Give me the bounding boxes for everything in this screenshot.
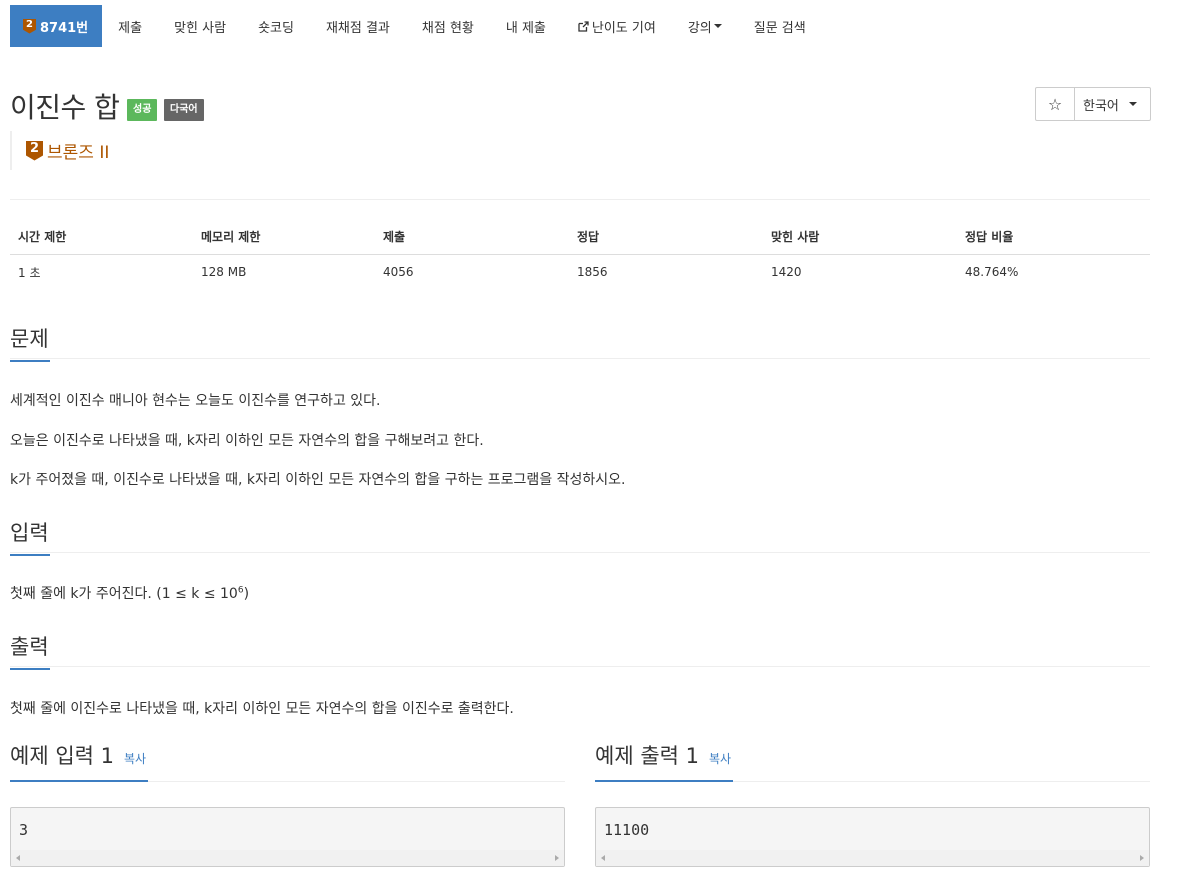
sample-output-box[interactable]: 11100 (595, 807, 1150, 867)
horizontal-scrollbar[interactable] (11, 850, 564, 866)
scroll-left-icon[interactable] (601, 855, 605, 861)
col-memory-limit: 메모리 제한 (193, 220, 375, 255)
solved-users-value: 1420 (771, 265, 802, 280)
title-actions: ☆ 한국어 (1035, 87, 1151, 121)
sample-input-header: 예제 입력 1 복사 (10, 740, 565, 782)
nav-lecture-dropdown[interactable]: 강의 (672, 5, 738, 47)
sample-input-section: 예제 입력 1 복사 3 (10, 740, 565, 867)
divider (10, 552, 1150, 553)
multilang-badge: 다국어 (164, 99, 204, 121)
nav-my-submissions[interactable]: 내 제출 (490, 5, 562, 47)
scroll-right-icon[interactable] (1140, 855, 1144, 861)
col-submissions: 제출 (375, 220, 569, 255)
problem-nav: 2 8741번 제출 맞힌 사람 숏코딩 재채점 결과 채점 현황 내 제출 난… (10, 5, 822, 47)
col-solved-users: 맞힌 사람 (763, 220, 957, 255)
sample-input-title: 예제 입력 1 (10, 744, 114, 768)
sample-output-title: 예제 출력 1 (595, 744, 699, 768)
copy-sample-output-button[interactable]: 복사 (709, 752, 731, 766)
table-header-row: 시간 제한 메모리 제한 제출 정답 맞힌 사람 정답 비율 (10, 220, 1150, 255)
sample-output-value: 11100 (604, 821, 650, 839)
heading-underline (10, 780, 148, 782)
section-title-input: 입력 (10, 517, 50, 556)
nav-problem-number[interactable]: 2 8741번 (10, 5, 103, 47)
submissions-value: 4056 (383, 265, 414, 280)
output-description: 첫째 줄에 이진수로 나타냈을 때, k자리 이하인 모든 자연수의 합을 이진… (10, 701, 514, 717)
status-badge-success: 성공 (127, 99, 158, 121)
sample-input-box[interactable]: 3 (10, 807, 565, 867)
nav-short-coding[interactable]: 숏코딩 (242, 5, 310, 47)
heading-underline (595, 780, 733, 782)
bronze-tier-icon: 2 (23, 18, 36, 34)
sample-input-value: 3 (19, 821, 29, 839)
bronze-tier-icon: 2 (26, 140, 43, 161)
scroll-right-icon[interactable] (555, 855, 559, 861)
nav-difficulty-label: 난이도 기여 (591, 20, 656, 36)
problem-paragraph: k가 주어졌을 때, 이진수로 나타냈을 때, k자리 이하인 모든 자연수의 … (10, 472, 626, 488)
external-link-icon (578, 20, 589, 32)
sample-output-section: 예제 출력 1 복사 11100 (595, 740, 1150, 867)
language-select[interactable]: 한국어 (1075, 88, 1150, 120)
divider (10, 358, 1150, 359)
chevron-down-icon (1128, 102, 1137, 106)
col-time-limit: 시간 제한 (10, 220, 193, 255)
table-row: 1 초 128 MB 4056 1856 1420 48.764% (10, 254, 1150, 290)
divider (10, 199, 1150, 200)
problem-paragraph: 오늘은 이진수로 나타냈을 때, k자리 이하인 모든 자연수의 합을 구해보려… (10, 433, 484, 449)
nav-submit[interactable]: 제출 (102, 5, 158, 47)
caret-down-icon (713, 24, 722, 28)
page-title: 이진수 합 (10, 91, 120, 124)
section-title-problem: 문제 (10, 323, 50, 362)
problem-info-table: 시간 제한 메모리 제한 제출 정답 맞힌 사람 정답 비율 1 초 128 M… (10, 220, 1150, 290)
time-limit-value: 1 초 (18, 265, 41, 280)
section-title-output: 출력 (10, 631, 50, 670)
col-accepted: 정답 (569, 220, 763, 255)
nav-lecture-label: 강의 (687, 20, 712, 36)
accept-ratio-value: 48.764% (965, 265, 1019, 280)
nav-solved-users[interactable]: 맞힌 사람 (158, 5, 242, 47)
input-description: 첫째 줄에 k가 주어진다. (1 ≤ k ≤ 106) (10, 585, 250, 602)
nav-difficulty-contribution[interactable]: 난이도 기여 (562, 5, 672, 47)
memory-limit-value: 128 MB (201, 265, 247, 280)
problem-number-label: 8741번 (40, 20, 89, 36)
horizontal-scrollbar[interactable] (596, 850, 1149, 866)
accepted-value: 1856 (577, 265, 608, 280)
nav-question-search[interactable]: 질문 검색 (738, 5, 822, 47)
scroll-left-icon[interactable] (16, 855, 20, 861)
language-select-value: 한국어 (1083, 98, 1119, 114)
tier-name: 브론즈 II (47, 143, 110, 163)
nav-rejudge-result[interactable]: 재채점 결과 (310, 5, 406, 47)
problem-tier[interactable]: 2 브론즈 II (10, 131, 109, 170)
nav-judge-status[interactable]: 채점 현황 (406, 5, 490, 47)
sample-output-header: 예제 출력 1 복사 (595, 740, 1150, 782)
problem-paragraph: 세계적인 이진수 매니아 현수는 오늘도 이진수를 연구하고 있다. (10, 393, 381, 409)
star-icon: ☆ (1047, 94, 1063, 114)
copy-sample-input-button[interactable]: 복사 (124, 752, 146, 766)
col-accept-ratio: 정답 비율 (957, 220, 1150, 255)
favorite-star-button[interactable]: ☆ (1036, 88, 1075, 120)
divider (10, 666, 1150, 667)
